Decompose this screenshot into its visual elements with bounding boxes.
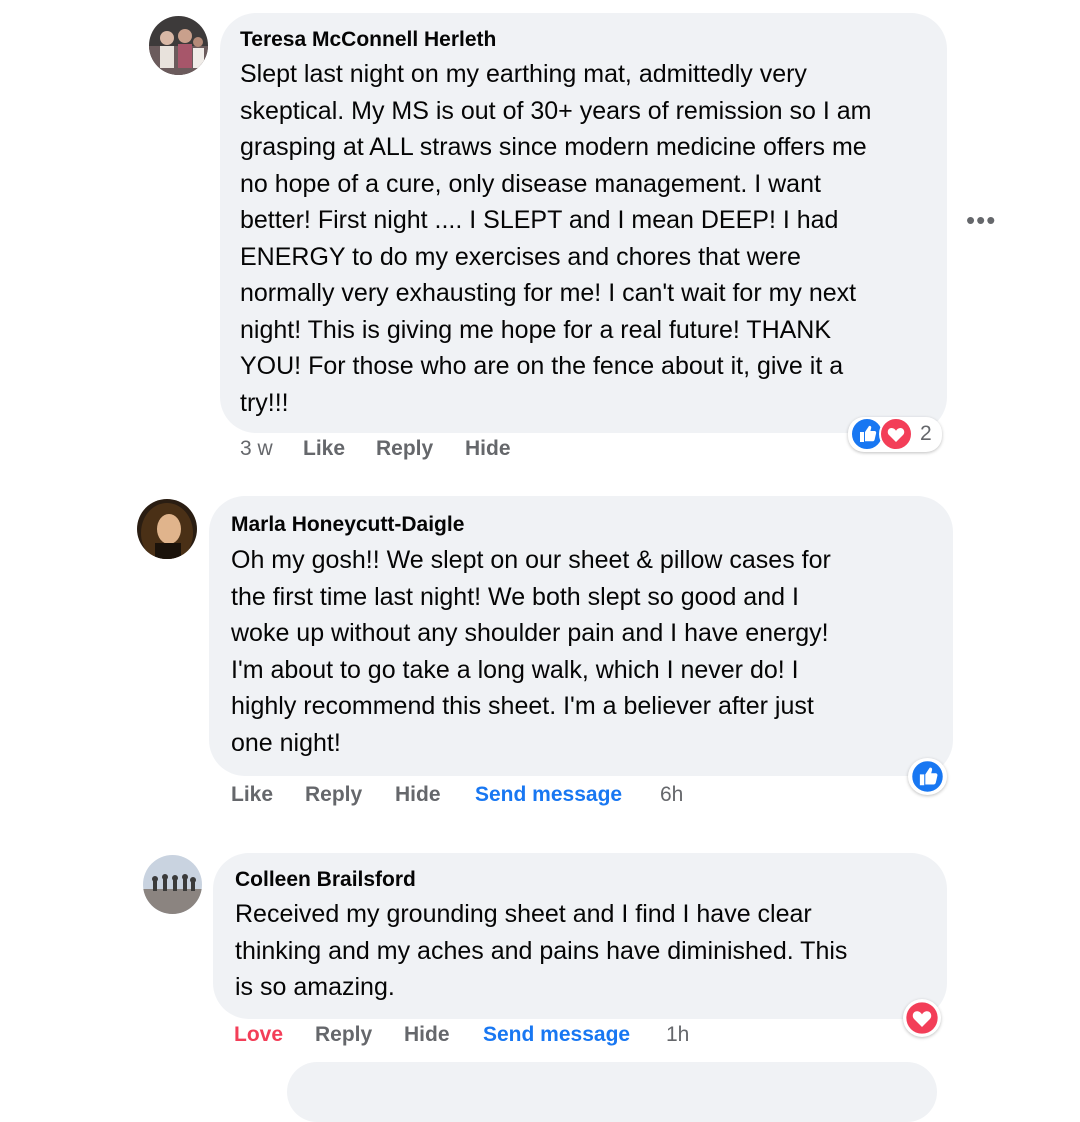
more-options-icon[interactable]: ••• (966, 205, 996, 236)
love-reaction-button[interactable]: Love (234, 1023, 283, 1047)
comment-line: woke up without any shoulder pain and I … (231, 619, 829, 647)
reaction-summary[interactable] (903, 999, 941, 1037)
hide-button[interactable]: Hide (395, 783, 441, 807)
comment-bubble: Colleen Brailsford Received my grounding… (213, 853, 947, 1019)
comment-line: night! This is giving me hope for a real… (240, 315, 832, 344)
comment-line: highly recommend this sheet. I'm a belie… (231, 692, 814, 720)
like-icon (910, 759, 945, 794)
reaction-summary[interactable]: 2 (848, 417, 942, 452)
comment-line: Slept last night on my earthing mat, adm… (240, 60, 807, 88)
comment-actions: 3 w Like Reply Hide (240, 437, 640, 463)
comment-line: normally very exhausting for me! I can't… (240, 279, 857, 307)
send-message-button[interactable]: Send message (483, 1023, 630, 1047)
comment-text: Oh my gosh!! We slept on our sheet & pil… (231, 542, 946, 761)
comment-line: Oh my gosh!! We slept on our sheet & pil… (231, 546, 831, 574)
avatar[interactable] (137, 499, 197, 559)
comment-text: Slept last night on my earthing mat, adm… (240, 56, 940, 421)
avatar[interactable] (143, 855, 202, 914)
comment-author[interactable]: Colleen Brailsford (235, 868, 416, 892)
comment-line: thinking and my aches and pains have dim… (235, 936, 848, 965)
reply-button[interactable]: Reply (305, 783, 362, 807)
comment-line: better! First night .... I SLEPT and I m… (240, 206, 839, 234)
comment-bubble: Teresa McConnell Herleth Slept last nigh… (220, 13, 947, 433)
comment-timestamp[interactable]: 3 w (240, 437, 273, 461)
comment-timestamp[interactable]: 1h (666, 1023, 689, 1047)
comment-line: skeptical. My MS is out of 30+ years of … (240, 96, 872, 125)
comment-actions: Like Reply Hide Send message 6h (231, 783, 711, 809)
comment-bubble: Marla Honeycutt-Daigle Oh my gosh!! We s… (209, 496, 953, 776)
comment-line: try!!! (240, 388, 289, 417)
reaction-summary[interactable] (908, 758, 947, 795)
comment-line: I'm about to go take a long walk, which … (231, 655, 799, 684)
send-message-button[interactable]: Send message (475, 783, 622, 807)
comment-line: one night! (231, 728, 341, 757)
comment-line: YOU! For those who are on the fence abou… (240, 352, 844, 380)
avatar[interactable] (149, 16, 208, 75)
comment-author[interactable]: Teresa McConnell Herleth (240, 28, 496, 52)
comment-line: ENERGY to do my exercises and chores tha… (240, 242, 801, 271)
comment-line: the first time last night! We both slept… (231, 582, 799, 611)
heart-icon (879, 417, 913, 451)
comment-line: Received my grounding sheet and I find I… (235, 900, 812, 928)
reply-button[interactable]: Reply (315, 1023, 372, 1047)
heart-icon (904, 1000, 940, 1036)
comment-author[interactable]: Marla Honeycutt-Daigle (231, 513, 464, 537)
comment-line: no hope of a cure, only disease manageme… (240, 169, 821, 198)
hide-button[interactable]: Hide (465, 437, 511, 461)
comment-bubble (287, 1062, 937, 1122)
reply-button[interactable]: Reply (376, 437, 433, 461)
like-button[interactable]: Like (231, 783, 273, 807)
comment-line: grasping at ALL straws since modern medi… (240, 133, 867, 161)
reaction-count: 2 (920, 422, 932, 445)
like-button[interactable]: Like (303, 437, 345, 461)
comment-actions: Love Reply Hide Send message 1h (234, 1023, 714, 1049)
comment-timestamp[interactable]: 6h (660, 783, 683, 807)
comment-line: is so amazing. (235, 973, 395, 1001)
hide-button[interactable]: Hide (404, 1023, 450, 1047)
comment-text: Received my grounding sheet and I find I… (235, 896, 940, 1006)
